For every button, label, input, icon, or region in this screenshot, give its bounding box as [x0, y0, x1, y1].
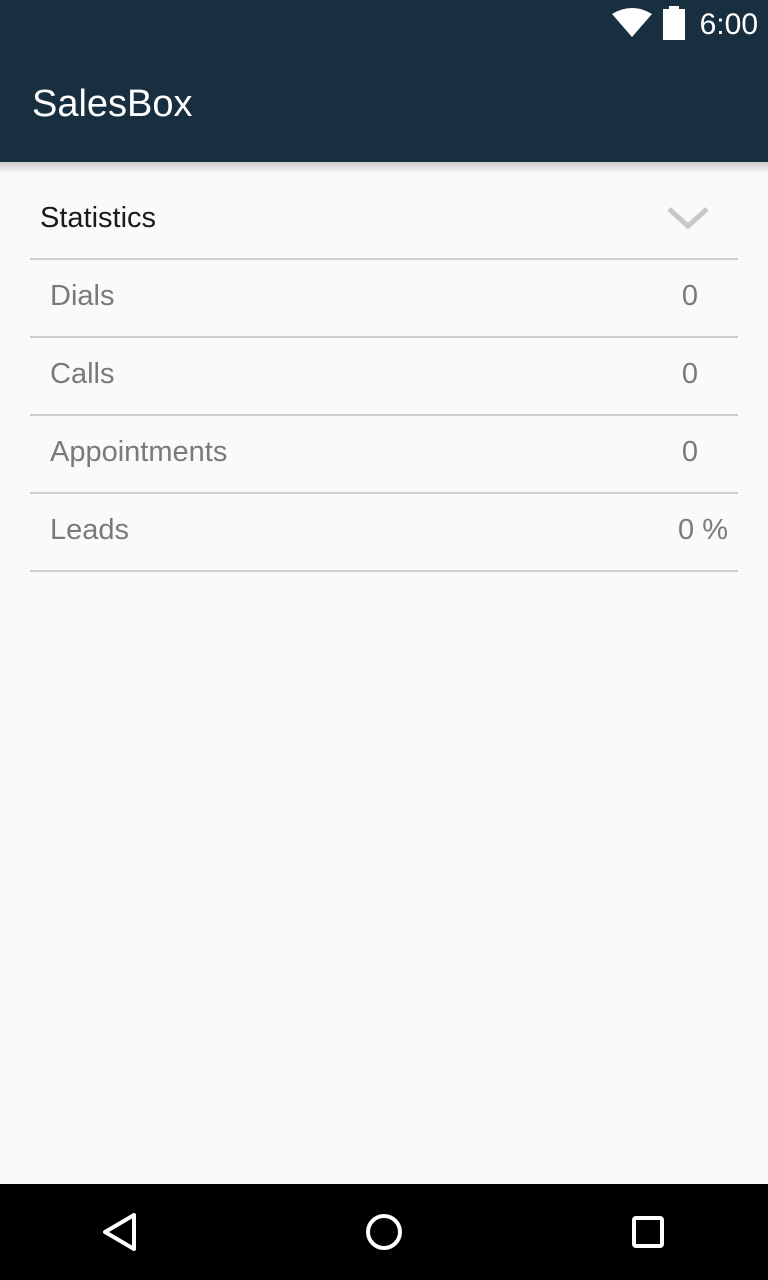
chevron-down-icon[interactable]: [666, 206, 710, 230]
stat-label: Dials: [50, 280, 115, 312]
status-time: 6:00: [699, 8, 758, 41]
wifi-icon: [611, 7, 652, 43]
status-bar: 6:00: [0, 0, 768, 50]
app-title: SalesBox: [32, 83, 193, 125]
app-bar-shadow: [0, 162, 768, 174]
stat-value: 0: [681, 280, 698, 312]
stat-label: Appointments: [50, 436, 228, 468]
stat-row-dials: Dials 0: [30, 260, 738, 338]
statistics-header[interactable]: Statistics: [30, 178, 738, 260]
stat-row-calls: Calls 0: [30, 338, 738, 416]
statistics-title: Statistics: [40, 202, 157, 234]
status-icons: 6:00: [611, 0, 758, 50]
nav-bar: [0, 1184, 768, 1280]
stat-label: Calls: [50, 358, 115, 390]
stat-row-appointments: Appointments 0: [30, 416, 738, 494]
stat-label: Leads: [50, 514, 130, 546]
stat-value: 0: [681, 436, 698, 468]
stat-value: 0: [681, 358, 698, 390]
stat-row-leads: Leads 0 %: [30, 494, 738, 572]
app-bar: SalesBox: [0, 50, 768, 162]
battery-icon: [662, 5, 686, 45]
stat-value: 0 %: [678, 514, 728, 546]
recents-icon[interactable]: [628, 1212, 668, 1252]
home-icon[interactable]: [364, 1212, 404, 1252]
back-icon[interactable]: [100, 1212, 140, 1252]
